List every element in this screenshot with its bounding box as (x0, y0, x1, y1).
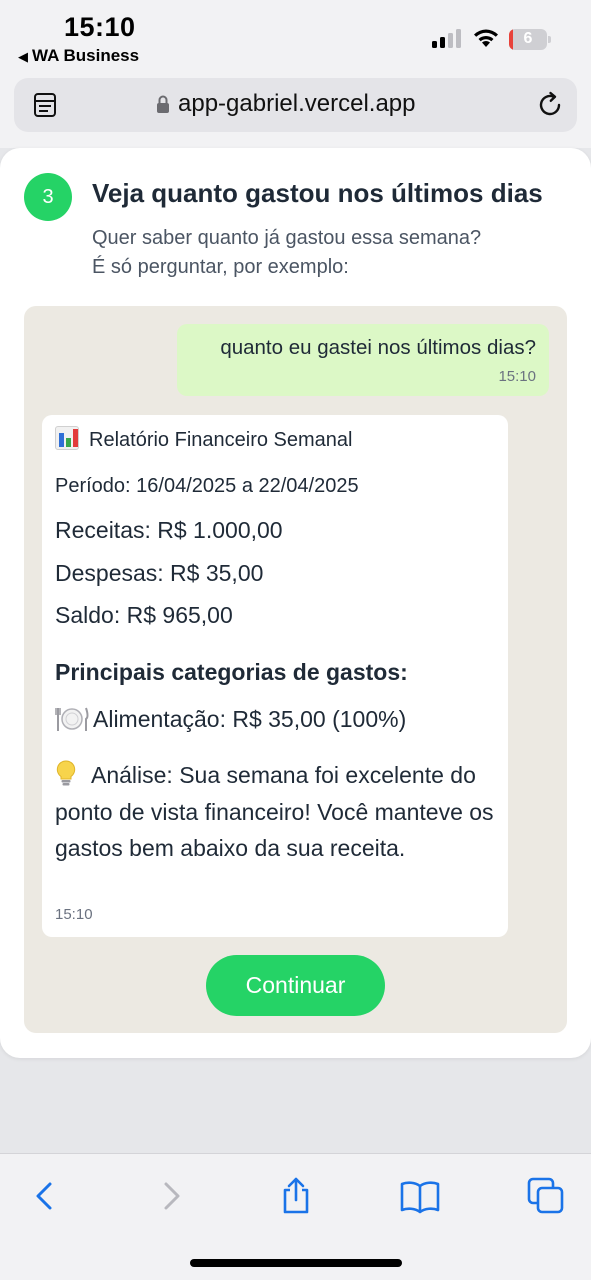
report-analysis-text: Análise: Sua semana foi excelente do pon… (55, 762, 494, 861)
step-subtitle-line1: Quer saber quanto já gastou essa semana? (92, 227, 482, 249)
step-subtitle-line2: É só perguntar, por exemplo: (92, 256, 349, 278)
category-food: Alimentação: R$ 35,00 (100%) (55, 705, 406, 733)
battery-icon: 6 (509, 29, 551, 50)
lightbulb-icon (55, 759, 77, 787)
report-income: Receitas: R$ 1.000,00 (55, 517, 283, 543)
outgoing-message: quanto eu gastei nos últimos dias? 15:10 (177, 324, 549, 396)
step-card: 3 Veja quanto gastou nos últimos dias Qu… (0, 148, 591, 1058)
report-period: Período: 16/04/2025 a 22/04/2025 (55, 475, 359, 497)
back-app-label: WA Business (32, 46, 140, 65)
chat-preview: quanto eu gastei nos últimos dias? 15:10… (24, 306, 567, 1033)
step-title: Veja quanto gastou nos últimos dias (92, 178, 543, 208)
bar-chart-icon (55, 426, 79, 450)
incoming-message-time: 15:10 (55, 906, 93, 923)
reader-icon[interactable] (32, 92, 58, 118)
status-time: 15:10 (64, 12, 136, 42)
bookmarks-icon[interactable] (400, 1176, 440, 1216)
outgoing-message-time: 15:10 (498, 368, 536, 385)
wifi-icon (474, 29, 498, 47)
address-bar[interactable]: app-gabriel.vercel.app (14, 78, 577, 132)
back-to-app-link[interactable]: ◀ WA Business (18, 46, 139, 66)
report-title: Relatório Financeiro Semanal (55, 426, 352, 452)
lock-icon (157, 95, 169, 113)
plate-icon (55, 705, 89, 733)
battery-percent: 6 (523, 30, 533, 47)
category-food-text: Alimentação: R$ 35,00 (100%) (93, 706, 407, 732)
report-expenses: Despesas: R$ 35,00 (55, 560, 264, 586)
share-icon[interactable] (276, 1176, 316, 1216)
cellular-signal-icon (432, 29, 464, 48)
report-title-text: Relatório Financeiro Semanal (89, 429, 353, 451)
reload-icon[interactable] (536, 91, 564, 119)
url-text[interactable]: app-gabriel.vercel.app (178, 90, 415, 118)
home-indicator (190, 1259, 402, 1267)
step-number-badge: 3 (24, 173, 72, 221)
report-balance: Saldo: R$ 965,00 (55, 602, 233, 628)
back-icon[interactable] (24, 1176, 64, 1216)
report-analysis: Análise: Sua semana foi excelente do pon… (55, 757, 495, 867)
categories-heading: Principais categorias de gastos: (55, 659, 408, 685)
outgoing-message-text: quanto eu gastei nos últimos dias? (220, 336, 536, 359)
incoming-message: Relatório Financeiro Semanal Período: 16… (42, 415, 508, 937)
browser-address-area: app-gabriel.vercel.app (0, 72, 591, 148)
status-bar: 15:10 ◀ WA Business 6 (0, 0, 591, 72)
continue-button[interactable]: Continuar (206, 955, 385, 1016)
step-subtitle: Quer saber quanto já gastou essa semana?… (92, 224, 481, 282)
tabs-icon[interactable] (526, 1176, 566, 1216)
back-triangle-icon: ◀ (18, 49, 28, 64)
forward-icon[interactable] (152, 1176, 192, 1216)
